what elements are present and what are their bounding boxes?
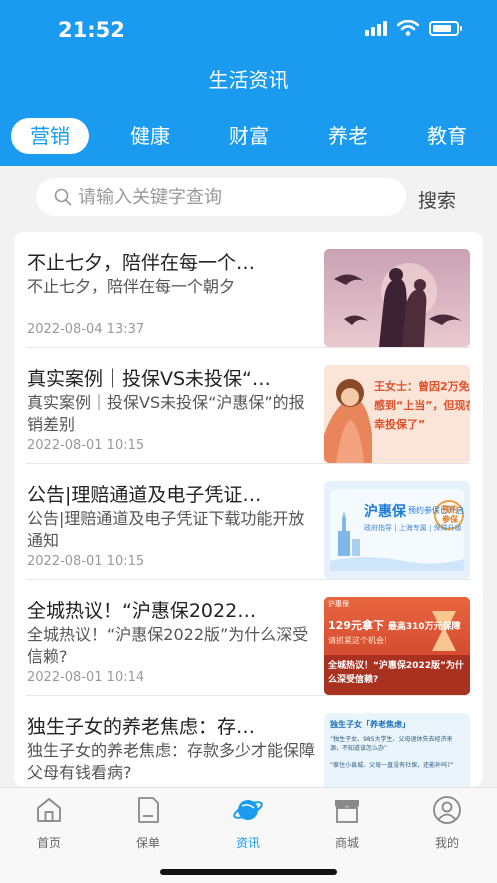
article-title: 真实案例｜投保VS未投保“…	[27, 368, 271, 390]
article-item[interactable]: 不止七夕，陪伴在每一个… 不止七夕，陪伴在每一个朝夕 2022-08-04 13…	[14, 232, 483, 348]
thumb-text: 幸投保了”	[374, 418, 426, 431]
article-thumbnail-qixi	[324, 249, 470, 347]
search-button[interactable]: 搜索	[418, 186, 456, 213]
nav-profile[interactable]: 我的	[412, 794, 482, 851]
article-summary: 不止七夕，陪伴在每一个朝夕	[27, 277, 236, 296]
status-bar: 21:52	[0, 0, 497, 60]
wifi-icon	[397, 20, 419, 36]
article-thumbnail-banner: 沪惠保 预约参保已开启 政府指导 | 上海专属 | 保障升级 预约 参保	[324, 481, 470, 579]
thumb-cover: 最高310万元保障	[387, 622, 461, 632]
article-summary: 公告|理赔通道及电子凭证下载功能开放通知	[27, 509, 305, 550]
article-item[interactable]: 全城热议！“沪惠保2022… 全城热议！“沪惠保2022版”为什么深受信赖? 2…	[14, 580, 483, 696]
thumb-badge: 预约	[442, 505, 458, 514]
article-item[interactable]: 公告|理赔通道及电子凭证… 公告|理赔通道及电子凭证下载功能开放通知 2022-…	[14, 464, 483, 580]
article-list: 不止七夕，陪伴在每一个… 不止七夕，陪伴在每一个朝夕 2022-08-04 13…	[14, 232, 483, 787]
nav-store[interactable]: 商城	[312, 794, 382, 851]
article-thumbnail-case: 王女士：曾因2万免赔额 感到“上当”，但现在“庆 幸投保了”	[324, 365, 470, 463]
nav-policy[interactable]: 保单	[113, 794, 183, 851]
thumb-q1: “独生子女、985大学生、父母退休失去经济来源，不知道该怎么办”	[330, 736, 453, 752]
home-indicator	[160, 869, 337, 875]
nav-news[interactable]: 资讯	[213, 794, 283, 851]
tab-education[interactable]: 教育	[425, 118, 469, 154]
search-box[interactable]	[36, 178, 406, 216]
article-item[interactable]: 真实案例｜投保VS未投保“… 真实案例｜投保VS未投保“沪惠保”的报销差别 20…	[14, 348, 483, 464]
thumb-bottom: 全城热议！“沪惠保2022版”为什么深受信赖?	[328, 661, 464, 685]
article-summary: 独生子女的养老焦虑：存款多少才能保障父母有钱看病?	[27, 741, 316, 782]
article-date: 2022-08-01 10:14	[27, 670, 145, 685]
thumb-chance: 请抓紧这个机会!	[328, 636, 388, 645]
thumb-q2: “家住小县城、父母一直没有社保，还能补吗?”	[330, 762, 454, 769]
article-title: 不止七夕，陪伴在每一个…	[27, 252, 256, 274]
article-summary: 全城热议！“沪惠保2022版”为什么深受信赖?	[27, 625, 309, 666]
search-input[interactable]	[78, 186, 378, 208]
thumb-price: 129元拿下	[328, 619, 384, 632]
battery-level	[433, 24, 451, 32]
battery-icon	[429, 20, 462, 36]
article-thumbnail-qa: 独生子女「养老焦虑」 “独生子女、985大学生、父母退休失去经济来源，不知道该怎…	[324, 713, 470, 787]
page-title: 生活资讯	[0, 60, 497, 104]
thumb-heading: 独生子女「养老焦虑」	[330, 720, 410, 729]
profile-icon	[433, 796, 461, 824]
tab-wealth[interactable]: 财富	[227, 118, 271, 154]
thumb-brand: 沪惠保	[328, 600, 349, 608]
article-title: 全城热议！“沪惠保2022…	[27, 600, 257, 622]
nav-label: 商城	[334, 836, 359, 850]
article-item[interactable]: 独生子女的养老焦虑：存… 独生子女的养老焦虑：存款多少才能保障父母有钱看病? 独…	[14, 696, 483, 787]
store-icon	[335, 800, 359, 823]
article-thumbnail-hourglass: 沪惠保 129元拿下 最高310万元保障 请抓紧这个机会! 全城热议！“沪惠保2…	[324, 597, 470, 695]
article-title: 公告|理赔通道及电子凭证…	[27, 484, 262, 506]
policy-icon	[138, 797, 159, 823]
thumb-text: 王女士：曾因2万免赔额	[374, 380, 470, 393]
status-time: 21:52	[58, 18, 125, 42]
article-title: 独生子女的养老焦虑：存…	[27, 716, 256, 738]
home-icon	[37, 798, 61, 822]
nav-label: 首页	[36, 836, 61, 850]
article-date: 2022-08-01 10:15	[27, 554, 145, 569]
article-summary: 真实案例｜投保VS未投保“沪惠保”的报销差别	[27, 393, 305, 434]
tab-health[interactable]: 健康	[128, 118, 172, 154]
thumb-brand: 沪惠保	[364, 504, 406, 520]
status-icons	[365, 20, 462, 36]
nav-label: 我的	[434, 836, 459, 850]
tab-elderly-care[interactable]: 养老	[326, 118, 370, 154]
cellular-signal-icon	[365, 20, 387, 36]
thumb-text: 感到“上当”，但现在“庆	[374, 399, 470, 412]
news-planet-icon	[233, 800, 263, 820]
category-tabs: 营销 健康 财富 养老 教育	[0, 104, 497, 166]
thumb-badge: 参保	[442, 515, 458, 524]
search-bar: 搜索	[0, 166, 497, 230]
article-date: 2022-08-04 13:37	[27, 322, 145, 337]
nav-label: 保单	[135, 836, 160, 850]
nav-label: 资讯	[235, 836, 260, 850]
article-date: 2022-08-01 10:15	[27, 438, 145, 453]
nav-home[interactable]: 首页	[14, 794, 84, 851]
search-icon	[54, 188, 72, 206]
tab-marketing[interactable]: 营销	[11, 118, 89, 154]
